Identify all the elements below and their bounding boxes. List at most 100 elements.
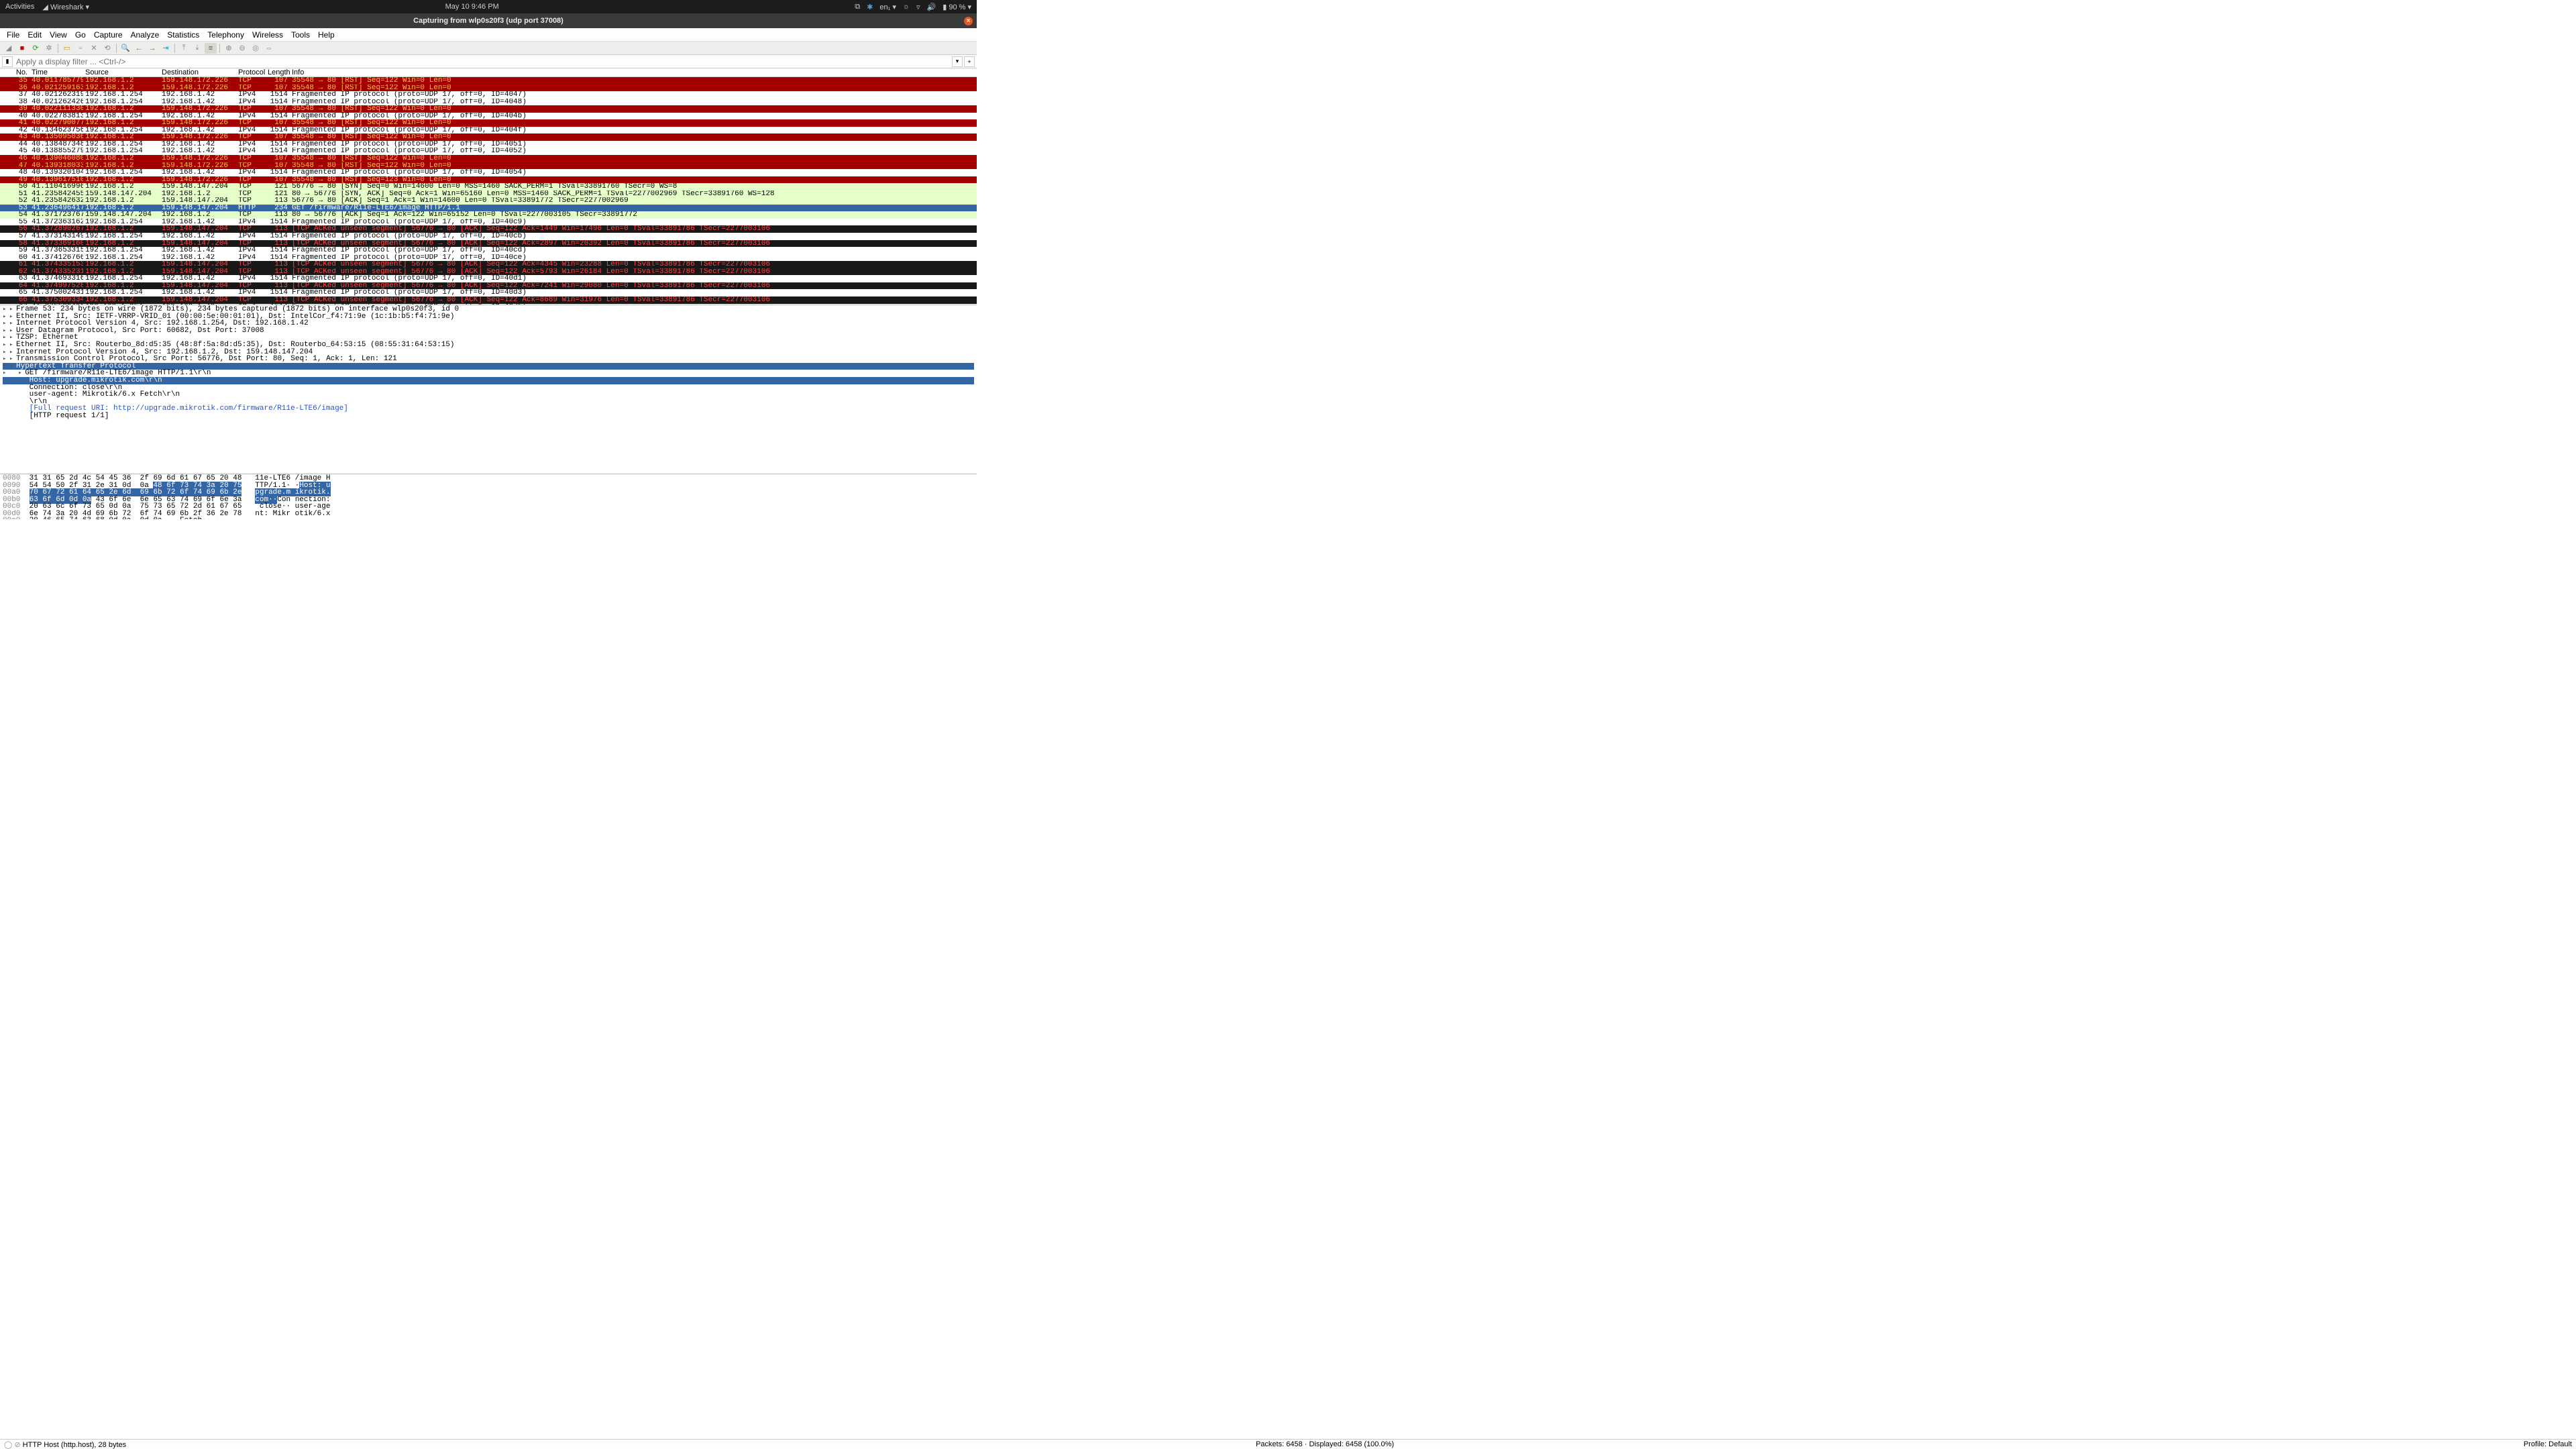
status-profile[interactable]: Profile: Default <box>2524 1440 2572 1448</box>
packet-row[interactable]: 5241.235842632192.168.1.2159.148.147.204… <box>0 197 977 205</box>
packet-row[interactable]: 6441.374997528192.168.1.2159.148.147.204… <box>0 282 977 290</box>
last-icon[interactable]: ⤓ <box>191 43 203 54</box>
packet-row[interactable]: 4840.139320104192.168.1.254192.168.1.42I… <box>0 169 977 176</box>
packet-row[interactable]: 4640.139046080192.168.1.2159.148.172.226… <box>0 155 977 162</box>
hex-line[interactable]: 0080 31 31 65 2d 4c 54 45 36 2f 69 6d 61… <box>3 475 974 482</box>
expert-icon[interactable]: ◯ <box>4 1441 12 1449</box>
detail-line[interactable]: Transmission Control Protocol, Src Port:… <box>3 356 974 363</box>
menu-tools[interactable]: Tools <box>287 30 314 40</box>
close-file-icon[interactable]: ✕ <box>88 43 100 54</box>
packet-row[interactable]: 5041.110416996192.168.1.2159.148.147.204… <box>0 183 977 191</box>
col-no[interactable]: No. <box>0 68 30 76</box>
start-capture-icon[interactable]: ◢ <box>3 43 15 54</box>
packet-row[interactable]: 5141.235842455159.148.147.204192.168.1.2… <box>0 191 977 198</box>
packet-row[interactable]: 4140.022790077192.168.1.2159.148.172.226… <box>0 119 977 127</box>
packet-row[interactable]: 3540.011785779192.168.1.2159.148.172.226… <box>0 77 977 85</box>
packet-row[interactable]: 6241.374335231192.168.1.2159.148.147.204… <box>0 268 977 276</box>
zoom-in-icon[interactable]: ⊕ <box>223 43 235 54</box>
packet-row[interactable]: 4240.134623756192.168.1.254192.168.1.42I… <box>0 127 977 134</box>
battery-indicator[interactable]: ▮ 90 % ▾ <box>943 3 971 11</box>
detail-line[interactable]: Host: upgrade.mikrotik.com\r\n <box>3 377 974 384</box>
packet-row[interactable]: 5641.372890267192.168.1.2159.148.147.204… <box>0 225 977 233</box>
hex-line[interactable]: 00a0 70 67 72 61 64 65 2e 6d 69 6b 72 6f… <box>3 489 974 496</box>
packet-row[interactable]: 5841.373369160192.168.1.2159.148.147.204… <box>0 240 977 248</box>
packet-row[interactable]: 4740.139318033192.168.1.2159.148.172.226… <box>0 162 977 170</box>
hex-line[interactable]: 00e0 20 46 65 74 63 68 0d 0a 0d 0a Fetch… <box>3 517 974 519</box>
col-info[interactable]: Info <box>290 68 977 76</box>
col-time[interactable]: Time <box>30 68 83 76</box>
packet-row[interactable]: 6141.374335153192.168.1.2159.148.147.204… <box>0 261 977 268</box>
menu-help[interactable]: Help <box>314 30 339 40</box>
packet-bytes-pane[interactable]: 0080 31 31 65 2d 4c 54 45 36 2f 69 6d 61… <box>0 474 977 519</box>
bookmark-filter-icon[interactable]: ▮ <box>2 56 13 67</box>
packet-list-pane[interactable]: No. Time Source Destination Protocol Len… <box>0 68 977 305</box>
packet-row[interactable]: 3740.021262319192.168.1.254192.168.1.42I… <box>0 91 977 99</box>
packet-details-pane[interactable]: Frame 53: 234 bytes on wire (1872 bits),… <box>0 305 977 474</box>
packet-row[interactable]: 4940.139617510192.168.1.2159.148.172.226… <box>0 176 977 184</box>
col-source[interactable]: Source <box>83 68 160 76</box>
menu-capture[interactable]: Capture <box>90 30 127 40</box>
apply-filter-icon[interactable]: + <box>964 56 975 67</box>
next-icon[interactable]: → <box>146 43 158 54</box>
packet-row[interactable]: 3640.021259163192.168.1.2159.148.172.226… <box>0 85 977 92</box>
first-icon[interactable]: ⤒ <box>178 43 190 54</box>
app-menu[interactable]: ◢ Wireshark ▾ <box>42 3 89 11</box>
menu-statistics[interactable]: Statistics <box>163 30 203 40</box>
prev-icon[interactable]: ← <box>133 43 145 54</box>
find-icon[interactable]: 🔍 <box>119 43 131 54</box>
close-icon[interactable]: × <box>964 17 973 25</box>
menu-analyze[interactable]: Analyze <box>127 30 164 40</box>
col-protocol[interactable]: Protocol <box>236 68 266 76</box>
expression-icon[interactable]: ▾ <box>952 56 963 67</box>
packet-row[interactable]: 5441.371723767159.148.147.204192.168.1.2… <box>0 211 977 219</box>
wifi-icon[interactable]: ▿ <box>916 3 920 11</box>
menu-telephony[interactable]: Telephony <box>203 30 248 40</box>
packet-row[interactable]: 6041.374126766192.168.1.254192.168.1.42I… <box>0 254 977 262</box>
packet-row[interactable]: 5741.373143149192.168.1.254192.168.1.42I… <box>0 233 977 240</box>
zoom-out-icon[interactable]: ⊖ <box>236 43 248 54</box>
col-length[interactable]: Length <box>266 68 290 76</box>
packet-row[interactable]: 5541.372363162192.168.1.254192.168.1.42I… <box>0 219 977 226</box>
packet-row[interactable]: 3840.021262426192.168.1.254192.168.1.42I… <box>0 99 977 106</box>
detail-line[interactable]: [Full request URI: http://upgrade.mikrot… <box>3 405 974 413</box>
menu-view[interactable]: View <box>46 30 71 40</box>
detail-line[interactable]: User Datagram Protocol, Src Port: 60682,… <box>3 327 974 335</box>
display-filter-input[interactable] <box>13 56 951 68</box>
lang-indicator[interactable]: en₁ ▾ <box>879 3 896 11</box>
packet-row[interactable]: 6741.375589499192.168.1.254192.168.1.42I… <box>0 304 977 305</box>
jump-icon[interactable]: ⇥ <box>160 43 172 54</box>
screen-icon[interactable]: ⧉ <box>855 3 860 11</box>
detail-line[interactable]: user-agent: Mikrotik/6.x Fetch\r\n <box>3 391 974 398</box>
clock[interactable]: May 10 9:46 PM <box>445 3 499 11</box>
packet-row[interactable]: 6641.375309334192.168.1.2159.148.147.204… <box>0 297 977 304</box>
packet-row[interactable]: 4540.138855279192.168.1.254192.168.1.42I… <box>0 148 977 155</box>
detail-line[interactable]: Ethernet II, Src: Routerbo_8d:d5:35 (48:… <box>3 341 974 349</box>
stop-capture-icon[interactable]: ■ <box>16 43 28 54</box>
packet-row[interactable]: 4340.135095036192.168.1.2159.148.172.226… <box>0 133 977 141</box>
zoom-reset-icon[interactable]: ◎ <box>250 43 262 54</box>
packet-row[interactable]: 3940.022111330192.168.1.2159.148.172.226… <box>0 105 977 113</box>
packet-row[interactable]: 5341.236496417192.168.1.2159.148.147.204… <box>0 205 977 212</box>
autoscroll-icon[interactable]: ≡ <box>205 43 217 54</box>
activities-button[interactable]: Activities <box>5 3 34 11</box>
brightness-icon[interactable]: ☼ <box>903 3 910 11</box>
hex-line[interactable]: 00c0 20 63 6c 6f 73 65 0d 0a 75 73 65 72… <box>3 503 974 511</box>
packet-row[interactable]: 5941.373653315192.168.1.254192.168.1.42I… <box>0 247 977 254</box>
col-destination[interactable]: Destination <box>160 68 236 76</box>
detail-line[interactable]: Frame 53: 234 bytes on wire (1872 bits),… <box>3 306 974 313</box>
volume-icon[interactable]: 🔊 <box>927 3 936 11</box>
packet-list-header[interactable]: No. Time Source Destination Protocol Len… <box>0 68 977 77</box>
cancel-icon[interactable]: ⊘ <box>14 1441 20 1449</box>
bluetooth-icon[interactable]: ✱ <box>867 3 873 11</box>
menu-file[interactable]: File <box>3 30 23 40</box>
packet-row[interactable]: 4440.138487348192.168.1.254192.168.1.42I… <box>0 141 977 148</box>
menu-go[interactable]: Go <box>71 30 90 40</box>
detail-line[interactable]: [HTTP request 1/1] <box>3 413 974 420</box>
packet-row[interactable]: 6541.375002431192.168.1.254192.168.1.42I… <box>0 289 977 297</box>
resize-cols-icon[interactable]: ⇔ <box>263 43 275 54</box>
capture-options-icon[interactable]: ✲ <box>43 43 55 54</box>
menu-edit[interactable]: Edit <box>23 30 46 40</box>
save-icon[interactable]: ▫ <box>74 43 87 54</box>
packet-row[interactable]: 6341.374693316192.168.1.254192.168.1.42I… <box>0 275 977 282</box>
open-icon[interactable]: ▭ <box>61 43 73 54</box>
